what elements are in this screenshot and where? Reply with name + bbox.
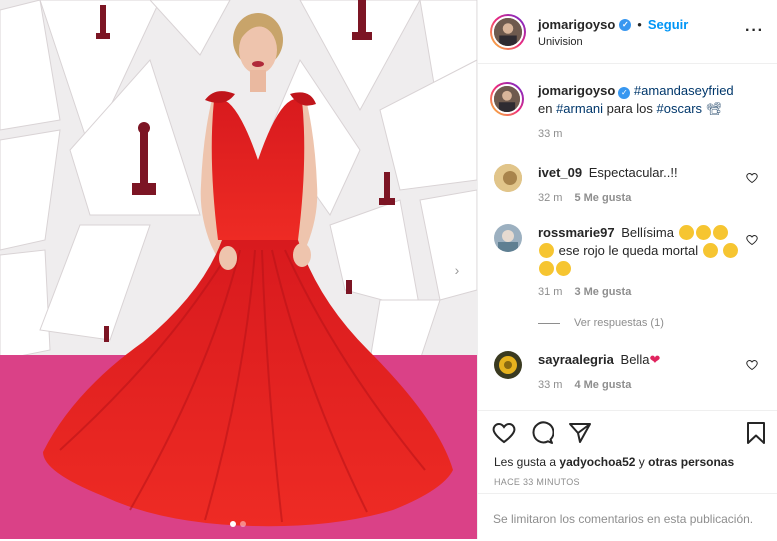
location-link[interactable]: Univision [538,36,583,48]
comment-time: 31 m [538,286,563,298]
comment-username[interactable]: sayraalegria [538,352,614,367]
hashtag-link[interactable]: #amandaseyfried [634,83,734,98]
heart-eyes-emoji-icon [702,243,718,258]
comment-username[interactable]: rossmarie97 [538,225,615,240]
comment-time: 32 m [538,192,563,204]
heart-icon[interactable] [746,172,758,184]
caption-avatar[interactable] [490,82,524,116]
action-icons [492,421,592,445]
comment-likes[interactable]: 3 Me gusta [574,286,631,298]
more-icon[interactable]: ··· [745,22,764,40]
verified-icon: ✓ [619,18,632,31]
smile-emoji-icon [556,261,571,276]
caption-username[interactable]: jomarigoyso [538,83,615,98]
carousel-dot-active [230,521,236,527]
heart-eyes-emoji-icon [695,225,711,240]
commenter-avatar[interactable] [494,351,522,379]
comment-username[interactable]: ivet_09 [538,165,582,180]
comment-time: 33 m [538,379,563,391]
heart-eyes-emoji-icon [539,261,554,276]
avatar-image [494,18,522,46]
comments-limited-notice: Se limitaron los comentarios en esta pub… [478,493,777,541]
avatar-image [494,86,520,112]
hashtag-link[interactable]: #armani [556,101,603,116]
likes-others[interactable]: otras personas [648,455,734,469]
author-username[interactable]: jomarigoyso [538,17,615,32]
save-icon[interactable] [744,421,768,445]
comment-content: ese rojo le queda mortal [558,243,699,258]
caption-fragment: en [538,101,557,116]
post-actions: Les gusta a yadyochoa52 y otras personas… [478,410,777,540]
caption-time: 33 m [538,128,563,140]
chevron-right-icon: › [454,262,460,278]
heart-eyes-emoji-icon [539,243,554,258]
commenter-avatar[interactable] [494,164,522,192]
comment-content: Bella [620,352,650,367]
next-photo-button[interactable]: › [446,259,468,281]
comment-content: Bellísima [621,225,674,240]
post-header: jomarigoyso ✓ • Seguir Univision ··· [478,0,777,64]
comments-section: jomarigoyso ✓ #amandaseyfried en #armani … [478,64,777,409]
carousel-dot [240,521,246,527]
comment-meta: 31 m 3 Me gusta [538,286,631,298]
camera-emoji-icon: 📽 [705,101,723,116]
verified-icon: ✓ [618,87,631,99]
comment-item: sayraalegria Bella❤ 33 m 4 Me gusta [494,351,764,401]
author-avatar[interactable] [490,14,526,50]
avatar-image [494,164,522,192]
avatar-image [494,351,522,379]
comment-text: rossmarie97 Bellísima ese rojo le queda … [538,224,748,278]
heart-icon[interactable] [746,234,758,246]
comment-icon[interactable] [530,421,554,445]
comment-text: sayraalegria Bella❤ [538,351,748,369]
post-timestamp[interactable]: HACE 33 MINUTOS [494,477,580,487]
comment-text: ivet_09 Espectacular..!! [538,164,748,182]
post-panel: jomarigoyso ✓ • Seguir Univision ··· jom… [477,0,777,539]
likes-prefix: Les gusta a [494,455,560,469]
commenter-avatar[interactable] [494,224,522,252]
post-photo[interactable]: › [0,0,477,539]
carousel-indicator [230,521,246,527]
comment-item: rossmarie97 Bellísima ese rojo le queda … [494,224,764,334]
comment-likes[interactable]: 4 Me gusta [574,379,631,391]
separator: • [637,17,642,32]
comment-item: ivet_09 Espectacular..!! 32 m 5 Me gusta [494,164,764,214]
heart-icon[interactable] [746,359,758,371]
author-line: jomarigoyso ✓ • Seguir [538,17,688,32]
share-icon[interactable] [568,421,592,445]
heart-eyes-emoji-icon [678,225,694,240]
heart-eyes-emoji-icon [712,225,728,240]
caption-text: jomarigoyso ✓ #amandaseyfried en #armani … [538,82,748,118]
smile-emoji-icon [723,243,739,258]
caption: jomarigoyso ✓ #amandaseyfried en #armani … [490,82,764,152]
hashtag-link[interactable]: #oscars [657,101,703,116]
likes-summary: Les gusta a yadyochoa52 y otras personas [494,455,734,469]
comment-likes[interactable]: 5 Me gusta [574,192,631,204]
comment-content: Espectacular..!! [588,165,678,180]
likes-middle: y [635,455,649,469]
view-replies-button[interactable]: Ver respuestas (1) [538,317,664,329]
heart-icon[interactable] [492,421,516,445]
caption-fragment: para los [603,101,657,116]
likes-user[interactable]: yadyochoa52 [559,455,635,469]
replies-divider [538,322,560,324]
photo-illustration [0,0,477,539]
follow-button[interactable]: Seguir [648,17,688,32]
view-replies-label: Ver respuestas (1) [574,317,664,329]
red-heart-emoji-icon: ❤ [649,352,661,367]
comment-meta: 33 m 4 Me gusta [538,379,631,391]
avatar-image [494,224,522,252]
instagram-post: › jomarigoyso ✓ • Seguir Univision ··· j… [0,0,777,539]
caption-meta: 33 m [538,128,562,140]
comment-meta: 32 m 5 Me gusta [538,192,631,204]
